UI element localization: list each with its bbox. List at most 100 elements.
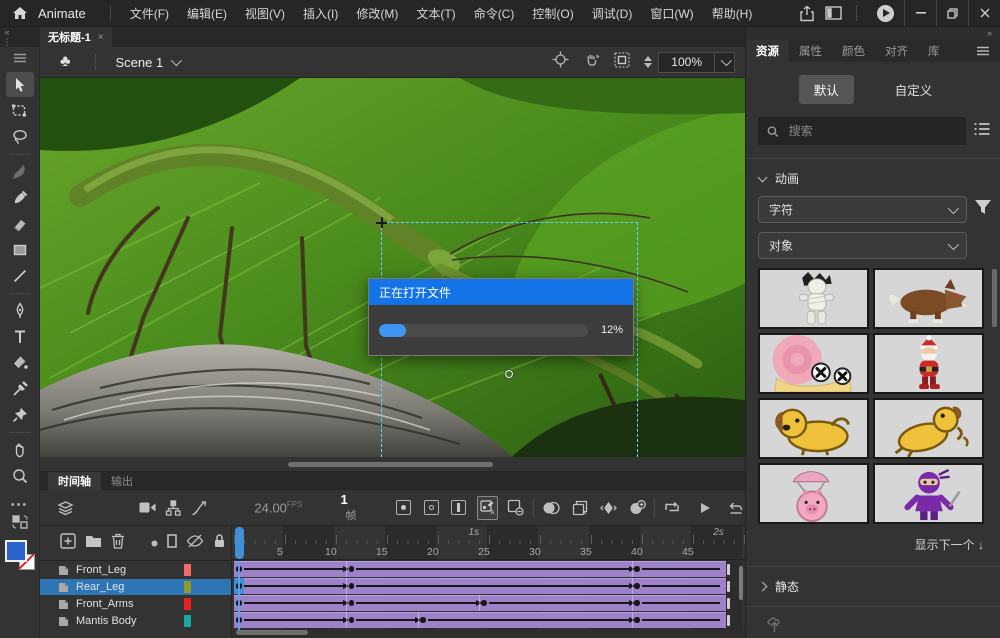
- lasso-tool-icon[interactable]: [6, 124, 34, 149]
- new-folder-icon[interactable]: [85, 534, 102, 553]
- keyframe-dot[interactable]: [420, 617, 426, 623]
- center-stage-icon[interactable]: [552, 51, 569, 73]
- layer-row[interactable]: Front_Leg: [40, 562, 231, 578]
- step-back-icon[interactable]: [726, 497, 745, 519]
- stage-scrollbar-thumb[interactable]: [288, 462, 493, 467]
- keyframe-dot[interactable]: [349, 617, 355, 623]
- upload-asset-icon[interactable]: [746, 607, 1000, 638]
- timeline-tracks[interactable]: [232, 561, 745, 630]
- menu-item[interactable]: 视图(V): [236, 0, 294, 27]
- fill-color-swatch[interactable]: [5, 540, 35, 570]
- menu-item[interactable]: 文本(T): [407, 0, 464, 27]
- hide-layers-icon[interactable]: [186, 534, 204, 553]
- scene-dropdown-chevron-icon[interactable]: [171, 55, 182, 66]
- edit-multiple-frames-icon[interactable]: [571, 497, 590, 519]
- timeline-track-Mantis Body[interactable]: [232, 612, 745, 628]
- asset-thumbnail-santa[interactable]: [873, 333, 984, 394]
- scene-name[interactable]: Scene 1: [116, 55, 164, 70]
- playhead-marker[interactable]: [235, 527, 244, 559]
- close-button[interactable]: [968, 0, 1000, 26]
- timeline-vertical-scrollbar[interactable]: [739, 566, 743, 600]
- layer-row[interactable]: Front_Arms: [40, 596, 231, 612]
- menu-item[interactable]: 窗口(W): [641, 0, 702, 27]
- panel-tab-资源[interactable]: 资源: [746, 40, 789, 62]
- clip-content-icon[interactable]: [614, 52, 630, 73]
- keyframe-dot[interactable]: [481, 600, 487, 606]
- outline-view-icon[interactable]: [167, 534, 177, 553]
- text-tool-icon[interactable]: [6, 324, 34, 349]
- rectangle-tool-icon[interactable]: [6, 237, 34, 262]
- keyframe-dot[interactable]: [349, 566, 355, 572]
- insert-frame-icon[interactable]: [449, 497, 468, 519]
- swap-colors-icon[interactable]: [12, 515, 28, 534]
- timeline-track-Front_Arms[interactable]: [232, 595, 745, 611]
- new-layer-icon[interactable]: [60, 533, 76, 554]
- more-tools-icon[interactable]: •••: [11, 499, 29, 511]
- object-filter-dropdown[interactable]: 对象: [758, 232, 967, 259]
- share-icon[interactable]: [794, 3, 820, 23]
- static-section-header[interactable]: 静态: [746, 567, 1000, 595]
- zoom-level-control[interactable]: 100%: [658, 52, 735, 73]
- fps-display[interactable]: 24.00FPS: [254, 500, 302, 515]
- asset-thumbnail-ninja[interactable]: [873, 463, 984, 524]
- menu-item[interactable]: 帮助(H): [703, 0, 762, 27]
- collapse-left-icon[interactable]: «: [4, 28, 9, 36]
- asset-search-input[interactable]: [787, 123, 957, 139]
- panel-tab-库[interactable]: 库: [918, 40, 950, 62]
- layer-color-chip[interactable]: [184, 615, 191, 627]
- transform-point[interactable]: [505, 370, 513, 378]
- eyedropper-tool-icon[interactable]: [6, 376, 34, 401]
- show-next-link[interactable]: 显示下一个 ↓: [746, 524, 1000, 553]
- timeline-track-Front_Leg[interactable]: [232, 561, 745, 577]
- frame-graph-icon[interactable]: [190, 497, 209, 519]
- restore-button[interactable]: [936, 0, 968, 26]
- timeline-frames-area[interactable]: 510152025303540451s2s: [232, 526, 745, 638]
- stage-horizontal-scrollbar[interactable]: [40, 457, 745, 472]
- eraser-tool-icon[interactable]: [6, 211, 34, 236]
- menu-item[interactable]: 编辑(E): [178, 0, 236, 27]
- timeline-horizontal-scrollbar[interactable]: [236, 630, 308, 635]
- asset-thumbnail-mummy[interactable]: [758, 268, 869, 329]
- panel-tab-属性[interactable]: 属性: [789, 40, 832, 62]
- asset-thumbnail-dog-jumping[interactable]: [873, 398, 984, 459]
- line-tool-icon[interactable]: [6, 263, 34, 288]
- mode-button-自定义[interactable]: 自定义: [880, 75, 948, 104]
- delete-layer-icon[interactable]: [111, 533, 125, 554]
- zoom-tool-icon[interactable]: [6, 463, 34, 488]
- layer-color-chip[interactable]: [184, 598, 191, 610]
- layer-row[interactable]: Mantis Body: [40, 613, 231, 629]
- zoom-stepper[interactable]: [644, 56, 652, 68]
- timeline-track-Rear_Leg[interactable]: [232, 578, 745, 594]
- asset-thumbnail-pig-parachute[interactable]: [758, 463, 869, 524]
- tools-panel-menu-icon[interactable]: [13, 50, 27, 68]
- fluid-brush-tool-icon[interactable]: [6, 159, 34, 184]
- highlight-layer-dot-icon[interactable]: [151, 534, 158, 552]
- rotate-stage-icon[interactable]: [583, 51, 600, 73]
- layer-parenting-icon[interactable]: [164, 497, 183, 519]
- free-transform-tool-icon[interactable]: [6, 98, 34, 123]
- insert-keyframe-icon[interactable]: [394, 497, 413, 519]
- tween-options-icon[interactable]: [599, 497, 618, 519]
- asset-warp-tool-icon[interactable]: [6, 402, 34, 427]
- minimize-button[interactable]: [904, 0, 936, 26]
- keyframe-dot[interactable]: [349, 583, 355, 589]
- lock-layers-icon[interactable]: [213, 533, 226, 553]
- asset-thumbnail-snail[interactable]: [758, 333, 869, 394]
- menu-item[interactable]: 调试(D): [583, 0, 642, 27]
- keyframe-dot[interactable]: [634, 600, 640, 606]
- menu-item[interactable]: 文件(F): [121, 0, 178, 27]
- keyframe-dot[interactable]: [634, 617, 640, 623]
- asset-search-box[interactable]: [758, 117, 966, 145]
- list-view-icon[interactable]: [974, 122, 990, 141]
- keyframe-dot[interactable]: [634, 583, 640, 589]
- timeline-tab-时间轴[interactable]: 时间轴: [48, 472, 101, 490]
- workspace-icon[interactable]: [820, 3, 846, 23]
- stage-canvas[interactable]: 正在打开文件 12%: [40, 78, 745, 457]
- auto-keyframe-toggle[interactable]: A: [477, 496, 498, 520]
- menu-item[interactable]: 控制(O): [523, 0, 582, 27]
- keyframe-dot[interactable]: [349, 600, 355, 606]
- panel-collapse-strip-right[interactable]: »: [746, 27, 1000, 40]
- asset-thumbnail-werewolf[interactable]: [873, 268, 984, 329]
- layer-color-chip[interactable]: [184, 581, 191, 593]
- menu-item[interactable]: 插入(I): [294, 0, 347, 27]
